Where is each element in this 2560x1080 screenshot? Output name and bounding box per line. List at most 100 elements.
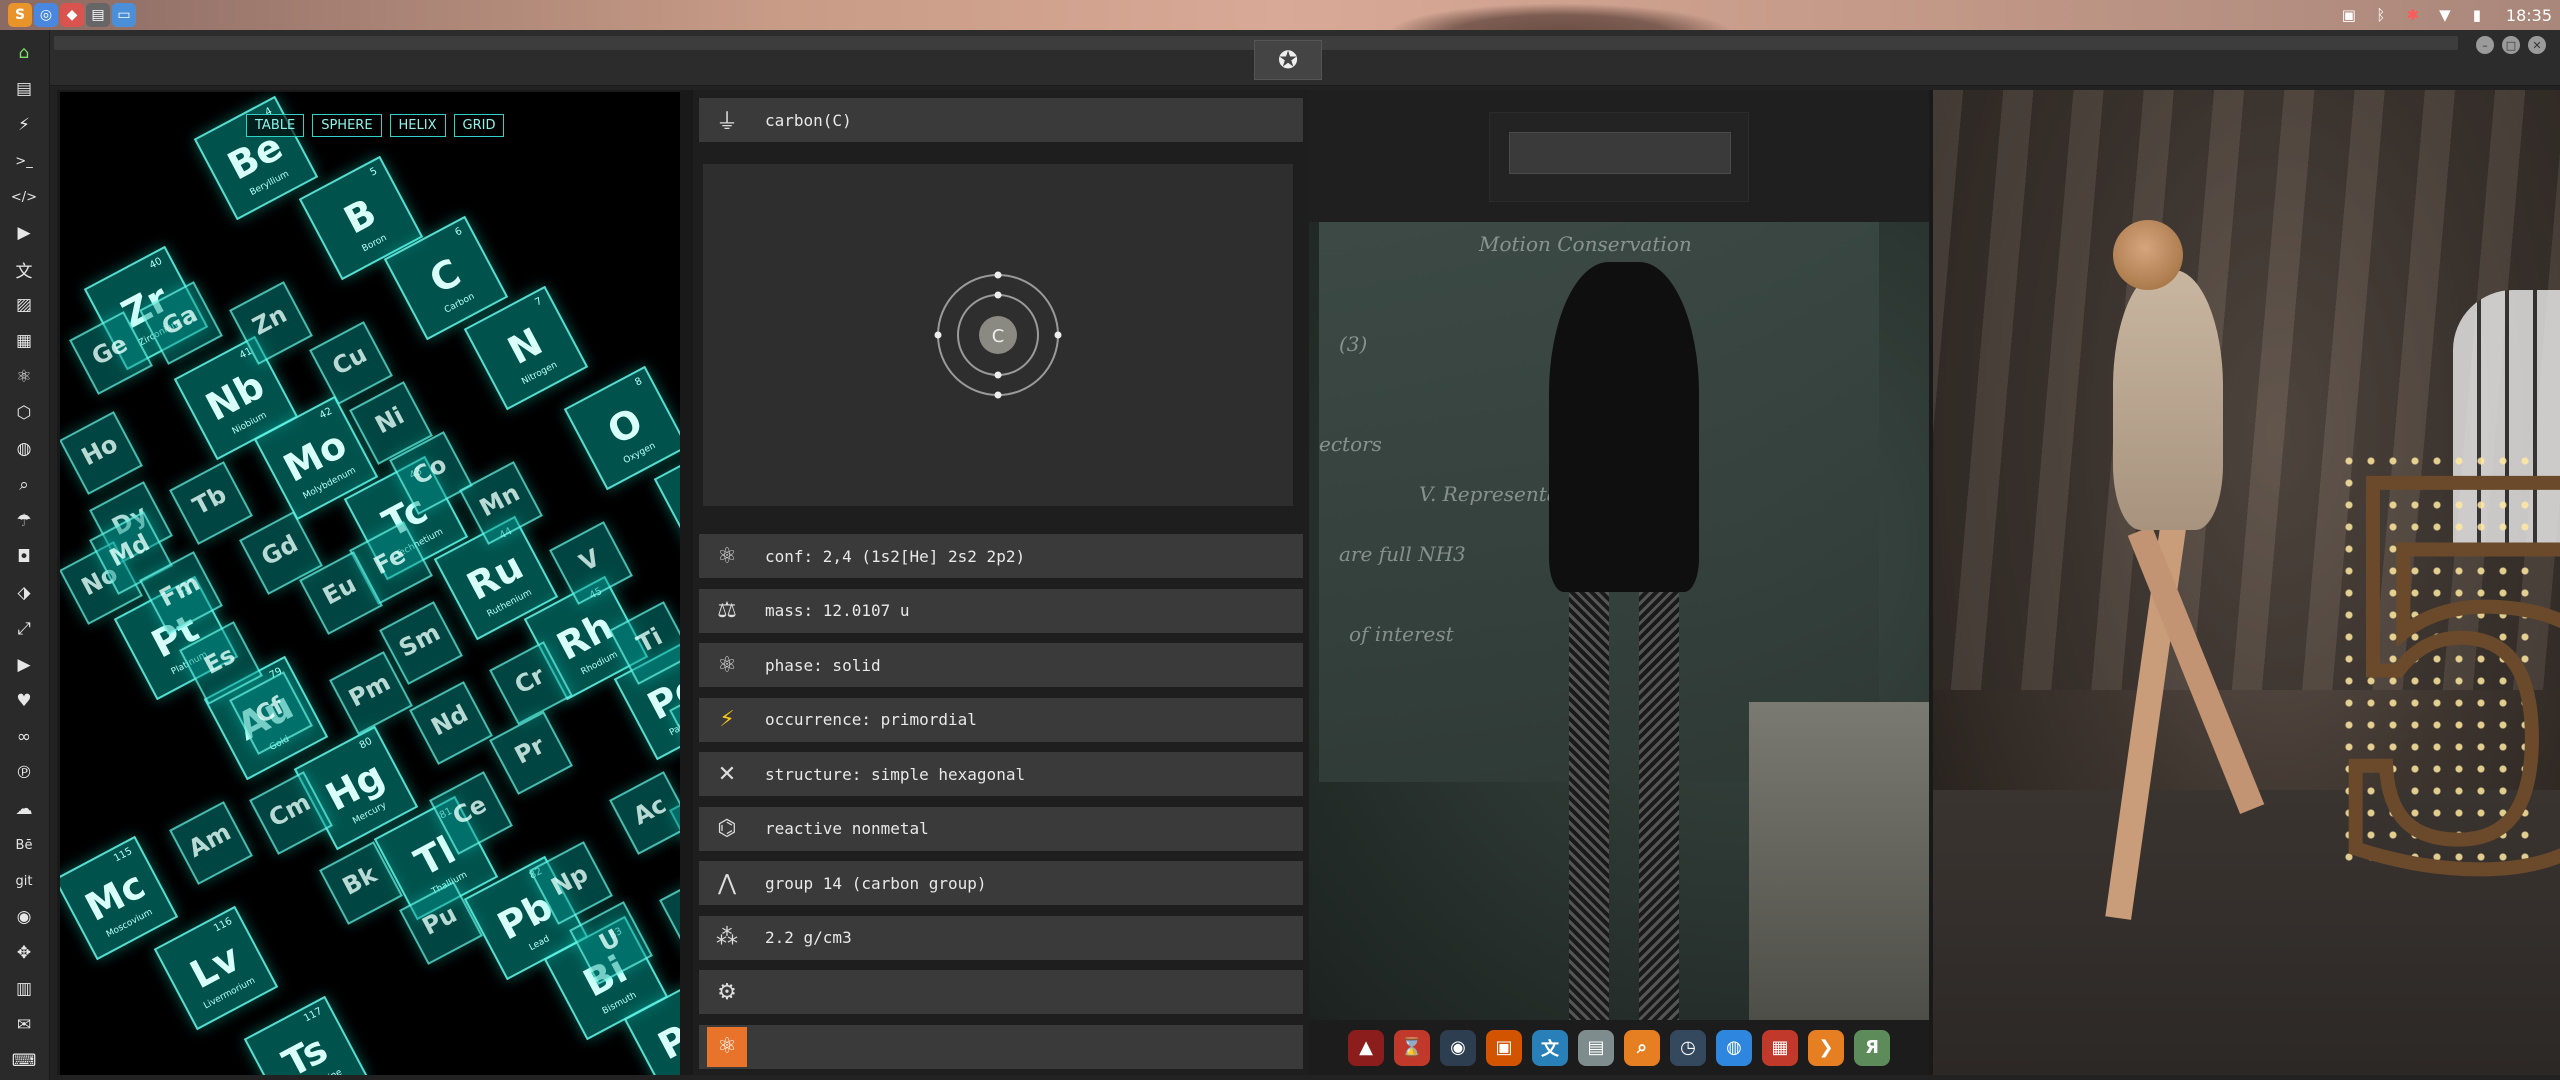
vivaldi-icon[interactable]: ◆ <box>60 3 84 27</box>
contact-icon[interactable]: ◘ <box>10 544 38 570</box>
property-row: ⚖ mass: 12.0107 u <box>699 588 1303 633</box>
element-tile-small[interactable]: Am <box>169 801 253 885</box>
play-icon[interactable]: ▶ <box>10 220 38 246</box>
element-tile-small[interactable]: Mn <box>459 461 543 545</box>
property-text: occurrence: primordial <box>765 710 977 729</box>
image-icon[interactable]: ▨ <box>10 292 38 318</box>
tag-icon[interactable]: ⬗ <box>10 580 38 606</box>
search-app-icon[interactable]: ⌕ <box>1624 1029 1660 1066</box>
view-sphere-button[interactable]: SPHERE <box>312 114 382 137</box>
lightning-icon: ⚡ <box>719 707 735 732</box>
maximize-button[interactable]: □ <box>2502 36 2520 54</box>
search-icon[interactable]: ⌕ <box>10 472 38 498</box>
element-tile-small[interactable]: Pr <box>489 711 573 795</box>
electron <box>934 331 942 339</box>
files-icon[interactable]: ▭ <box>112 3 136 27</box>
terminal-icon[interactable]: ▤ <box>86 3 110 27</box>
element-symbol: Ga <box>157 299 203 342</box>
calendar-icon[interactable]: ▦ <box>1762 1029 1798 1066</box>
element-tile[interactable]: 115 Mc Moscovium <box>60 835 179 961</box>
react-icon[interactable]: ⚛ <box>10 364 38 390</box>
terminal-icon[interactable]: >_ <box>10 148 38 174</box>
wifi-icon[interactable]: ▼ <box>2436 6 2454 24</box>
periodic-table-3d[interactable]: 4 Be Beryllium 5 B Boron 6 C Carbon 7 N Nitrogen 8 O O… <box>60 92 680 1075</box>
pinterest-icon[interactable]: ℗ <box>10 760 38 786</box>
document-icon[interactable]: ▤ <box>10 76 38 102</box>
keyboard-icon[interactable]: ⌨ <box>10 1048 38 1074</box>
property-row: ⚛ <box>699 1024 1303 1069</box>
alert-icon[interactable]: ✱ <box>2404 6 2422 24</box>
minimize-button[interactable]: – <box>2476 36 2494 54</box>
system-top-bar: S ◎ ◆ ▤ ▭ ▣ ᛒ ✱ ▼ ▮ 18:35 <box>0 0 2560 34</box>
element-detail-panel: ⏚ carbon(C) C ⚛ conf: 2,4 (1s2[He] 2s2 2p… <box>693 90 1319 1075</box>
code-icon[interactable]: </> <box>10 184 38 210</box>
youtube-icon[interactable]: ▶ <box>10 652 38 678</box>
screenshot-icon[interactable]: ▣ <box>2340 6 2358 24</box>
element-tile-small[interactable]: Ac <box>609 771 680 855</box>
forward-arrow-icon[interactable]: ❯ <box>1808 1029 1844 1066</box>
figure-leg <box>1639 592 1679 1022</box>
clock-app-icon[interactable]: ◷ <box>1670 1029 1706 1066</box>
adobe-icon[interactable]: ▲ <box>1348 1029 1384 1066</box>
hourglass-icon[interactable]: ⌛ <box>1394 1029 1430 1066</box>
translate-icon[interactable]: 文 <box>1532 1029 1568 1066</box>
group-icon: ⋀ <box>717 870 737 896</box>
system-tray: ▣ ᛒ ✱ ▼ ▮ 18:35 <box>2340 0 2552 30</box>
element-symbol: Np <box>546 859 593 902</box>
expand-icon[interactable]: ⤢ <box>10 616 38 642</box>
infinity-icon[interactable]: ∞ <box>10 724 38 750</box>
chrome-icon[interactable]: ◎ <box>34 3 58 27</box>
translate-icon[interactable]: 文 <box>10 256 38 282</box>
element-symbol: Es <box>199 640 240 680</box>
element-symbol: Pm <box>344 667 395 713</box>
element-tile-small[interactable]: Nd <box>409 681 493 765</box>
web-globe-icon[interactable]: ◍ <box>1716 1029 1752 1066</box>
element-tile-small[interactable]: V <box>549 521 633 605</box>
density-icon: ⁂ <box>716 925 738 950</box>
figure-leg <box>1569 592 1609 1022</box>
cloud-icon[interactable]: ☁ <box>10 796 38 822</box>
battery-icon[interactable]: ▮ <box>2468 6 2486 24</box>
element-tile[interactable]: 117TsTennessine <box>243 995 369 1075</box>
globe-dark-icon[interactable]: ◉ <box>1440 1029 1476 1066</box>
triangle-logo-icon: ⏚ <box>715 110 738 135</box>
yandex-icon[interactable]: Я <box>1854 1029 1890 1066</box>
element-tile[interactable]: 8 O Oxygen <box>563 365 680 491</box>
view-grid-button[interactable]: GRID <box>453 114 505 137</box>
heart-icon[interactable]: ♥ <box>10 688 38 714</box>
globe-icon[interactable]: ◍ <box>10 436 38 462</box>
property-row: ⚛ conf: 2,4 (1s2[He] 2s2 2p2) <box>699 534 1303 578</box>
lightning-icon[interactable]: ⚡ <box>10 112 38 138</box>
puzzle-icon[interactable]: ✥ <box>10 940 38 966</box>
notes-icon[interactable]: ▤ <box>1578 1029 1614 1066</box>
home-icon[interactable]: ⌂ <box>10 40 38 66</box>
image-viewer-icon[interactable]: ▣ <box>1486 1029 1522 1066</box>
element-tile-small[interactable]: Tb <box>169 461 253 545</box>
close-window-button[interactable]: ✕ <box>2528 36 2546 54</box>
map-icon[interactable]: ▥ <box>10 976 38 1002</box>
property-row: ⚡ occurrence: primordial <box>699 697 1303 742</box>
view-helix-button[interactable]: HELIX <box>389 114 446 137</box>
media-search-input[interactable] <box>1509 132 1731 174</box>
behance-icon[interactable]: Bē <box>10 832 38 858</box>
chalk-text: (3) <box>1339 332 1368 356</box>
desk <box>1749 702 1929 1022</box>
sublime-text-icon[interactable]: S <box>8 3 32 27</box>
element-symbol: Pu <box>417 899 462 941</box>
atomic-number: 40 <box>147 255 165 272</box>
news-icon[interactable]: ▦ <box>10 328 38 354</box>
clock[interactable]: 18:35 <box>2506 6 2552 25</box>
rebel-alliance-icon[interactable]: ✪ <box>1254 40 1322 80</box>
github-icon[interactable]: ◉ <box>10 904 38 930</box>
element-symbol: Nd <box>426 699 473 742</box>
hex-icon[interactable]: ⬡ <box>10 400 38 426</box>
element-tile-small[interactable]: Ho <box>60 411 143 495</box>
element-tile[interactable]: 116 Lv Livermorium <box>153 905 279 1031</box>
mail-icon[interactable]: ✉ <box>10 1012 38 1038</box>
bluetooth-icon[interactable]: ᛒ <box>2372 6 2390 24</box>
git-icon[interactable]: git <box>10 868 38 894</box>
element-tile-small[interactable]: Th <box>659 871 680 955</box>
view-table-button[interactable]: TABLE <box>246 114 305 137</box>
element-symbol: Bk <box>337 859 382 901</box>
umbrella-icon[interactable]: ☂ <box>10 508 38 534</box>
